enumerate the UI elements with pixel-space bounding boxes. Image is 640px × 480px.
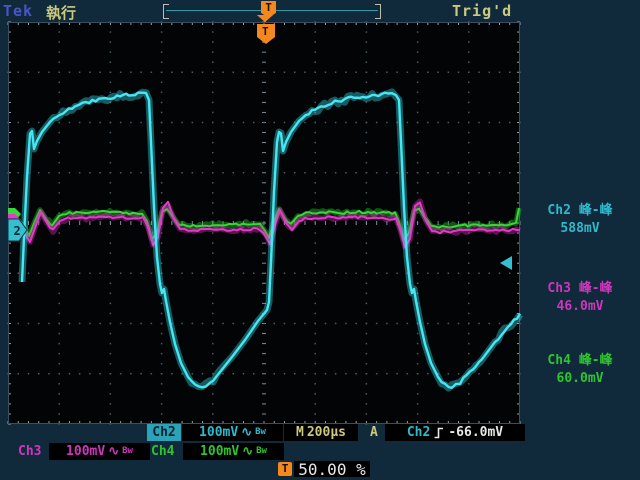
rising-edge-slope-icon	[433, 426, 445, 440]
trigger-level: -66.0mV	[448, 424, 503, 441]
measurement-channel: Ch2	[547, 203, 570, 218]
trigger-source: Ch2	[407, 424, 430, 441]
measurement-type: 峰-峰	[579, 281, 613, 296]
waveform-display: 2T	[8, 22, 520, 424]
ch2-waveform	[22, 93, 520, 388]
trigger-position-badge-icon: T	[278, 462, 292, 476]
ch3-scale-value: 100mV	[66, 443, 105, 460]
ch4-scale-readout: 100mV∿Bw	[183, 443, 284, 460]
measurement-type: 峰-峰	[579, 203, 613, 218]
acquisition-run-state: 執行	[46, 2, 76, 23]
ch2-scale-readout: 100mV∿Bw	[182, 424, 283, 441]
timebase-value: 200µs	[307, 424, 346, 441]
ac-coupling-icon: ∿	[242, 443, 253, 460]
readout-row-1: Ch2 100mV∿Bw M200µs A Ch2 -66.0mV	[0, 424, 640, 441]
measurement-ch4-pkpk: Ch4 峰-峰 60.0mV	[522, 352, 638, 388]
timebase-readout: M200µs	[284, 424, 358, 441]
trigger-readout: Ch2 -66.0mV	[385, 424, 525, 441]
bandwidth-limit-icon: Bw	[122, 443, 133, 460]
bandwidth-limit-icon: Bw	[256, 443, 267, 460]
measurement-ch2-pkpk: Ch2 峰-峰 588mV	[522, 202, 638, 238]
readout-row-3: T 50.00 %	[0, 461, 640, 477]
measurement-channel: Ch4	[547, 353, 570, 368]
record-view-left-bracket-icon	[163, 4, 169, 19]
ac-coupling-icon: ∿	[241, 424, 252, 441]
trigger-level-arrow-icon	[500, 256, 512, 270]
tek-logo: Tek	[3, 2, 33, 20]
bandwidth-limit-icon: Bw	[255, 424, 266, 441]
readout-row-2: Ch3 100mV∿Bw Ch4 100mV∿Bw	[0, 443, 640, 460]
measurement-ch3-pkpk: Ch3 峰-峰 46.0mV	[522, 280, 638, 316]
trigger-position-readout: 50.00 %	[294, 461, 370, 477]
trigger-status: Trig'd	[452, 2, 512, 20]
svg-text:2: 2	[14, 224, 21, 238]
timebase-label: M	[296, 424, 304, 441]
graticule: 2T	[8, 22, 520, 424]
ac-coupling-icon: ∿	[108, 443, 119, 460]
measurement-channel: Ch3	[547, 281, 570, 296]
oscilloscope-screen: { "colors": { "ch2": "#45e8f2", "ch2_glo…	[0, 0, 640, 480]
ch4-scale-value: 100mV	[200, 443, 239, 460]
measurement-value: 60.0mV	[522, 370, 638, 388]
measurement-value: 46.0mV	[522, 298, 638, 316]
ch4-label: Ch4	[151, 443, 174, 460]
ch2-scale-value: 100mV	[199, 424, 238, 441]
ch3-label: Ch3	[18, 443, 41, 460]
svg-text:T: T	[262, 25, 269, 38]
measurement-type: 峰-峰	[579, 353, 613, 368]
ch3-scale-readout: 100mV∿Bw	[49, 443, 150, 460]
measurement-value: 588mV	[522, 220, 638, 238]
record-view-right-bracket-icon	[375, 4, 381, 19]
trigger-system-label: A	[370, 424, 378, 441]
ch2-label-badge: Ch2	[147, 424, 181, 441]
